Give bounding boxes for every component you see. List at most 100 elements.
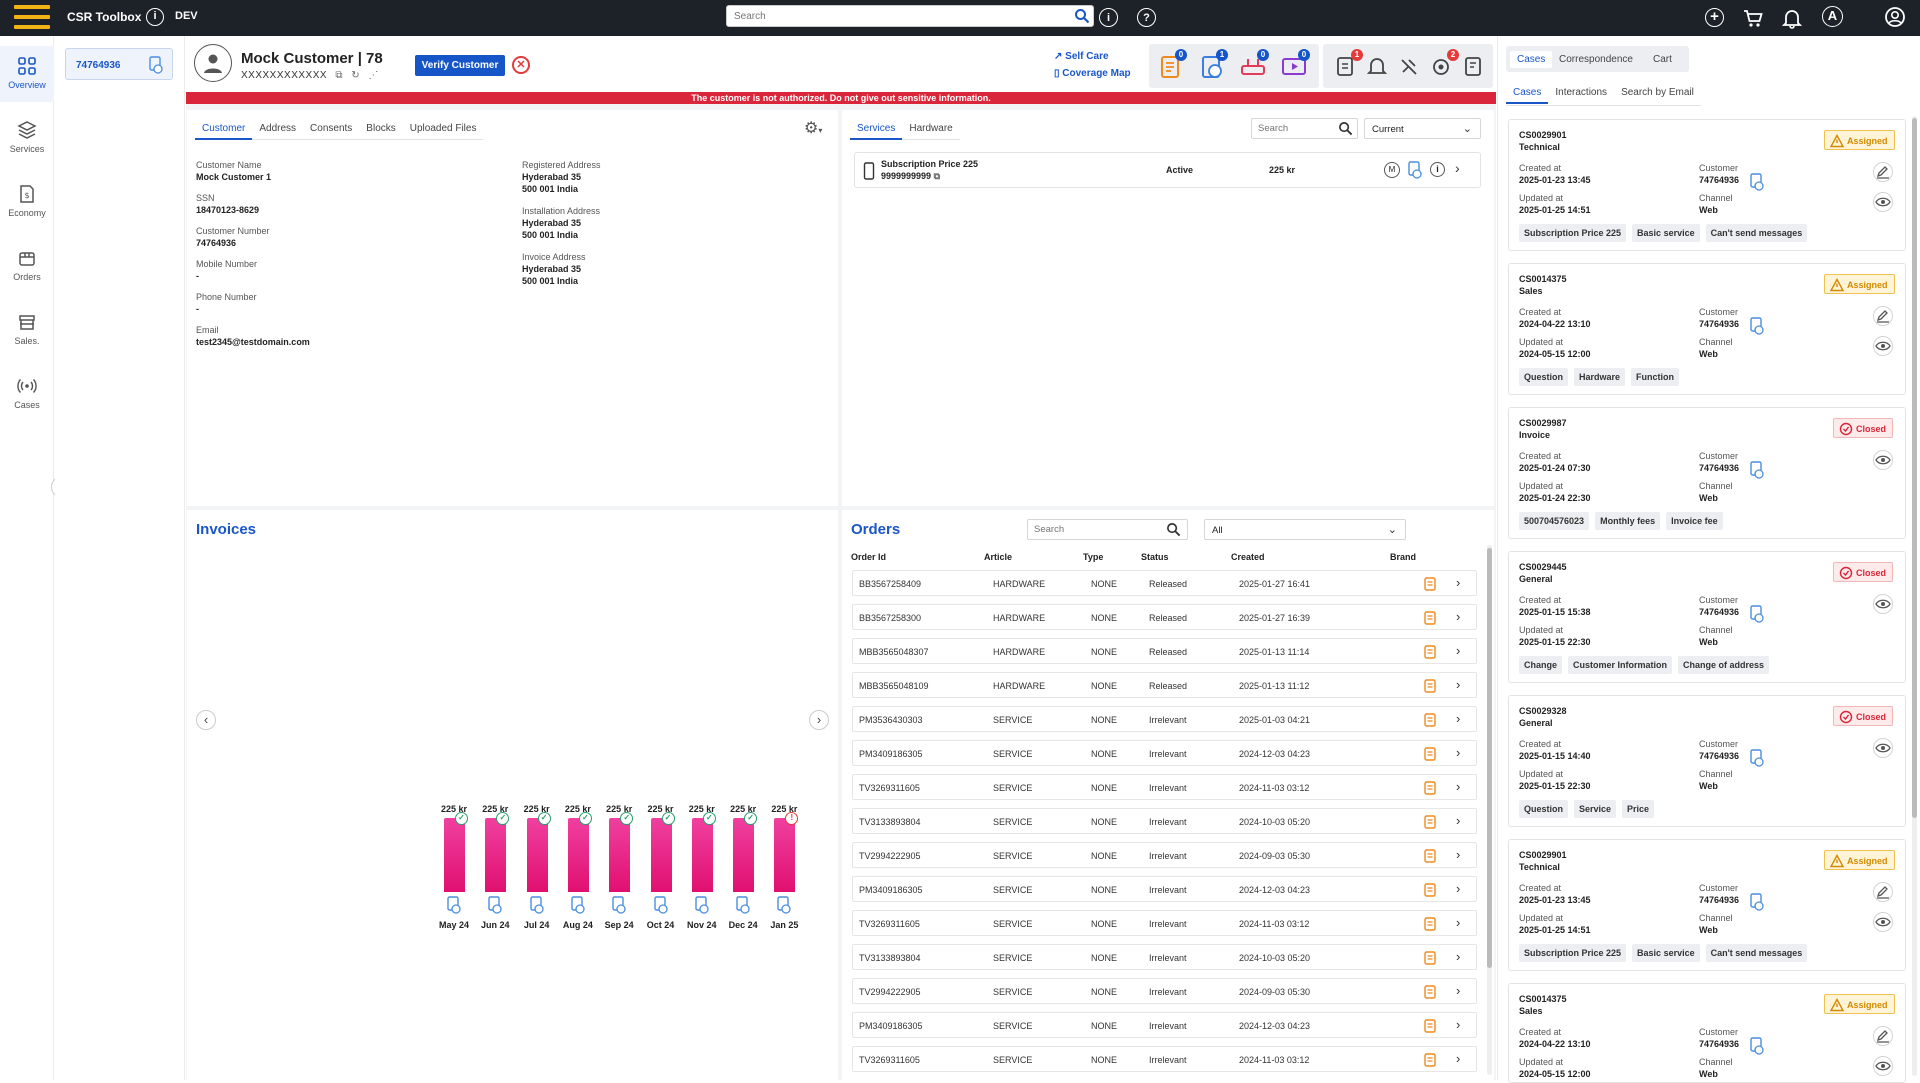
search-icon[interactable]: [1074, 8, 1090, 24]
subtab-search-by-email[interactable]: Search by Email: [1614, 84, 1701, 104]
info-icon[interactable]: i: [146, 8, 164, 26]
orange-document-icon[interactable]: 0: [1157, 49, 1187, 81]
subtab-cases[interactable]: Cases: [1506, 84, 1549, 104]
services-filter-select[interactable]: Current ⌄: [1364, 118, 1481, 139]
invoice-document-icon[interactable]: [694, 896, 710, 914]
invoice-bar[interactable]: [691, 818, 713, 892]
brand-icon[interactable]: [1423, 1052, 1438, 1068]
view-eye-icon[interactable]: [1873, 450, 1893, 470]
chevron-right-icon[interactable]: ›: [1456, 949, 1460, 964]
document-icon[interactable]: [1749, 893, 1765, 911]
tab-cases[interactable]: Cases: [1510, 51, 1553, 68]
tv-icon[interactable]: 0: [1280, 49, 1310, 81]
chevron-right-icon[interactable]: ›: [1456, 847, 1460, 862]
no-signal-icon[interactable]: [1397, 53, 1425, 81]
document-icon[interactable]: [1749, 749, 1765, 767]
subtab-interactions[interactable]: Interactions: [1548, 84, 1614, 104]
nav-cases[interactable]: Cases: [0, 366, 54, 422]
coverage-map-link[interactable]: ▯ Coverage Map: [1054, 68, 1131, 79]
chevron-right-icon[interactable]: ›: [1456, 609, 1460, 624]
case-card[interactable]: CS0029445 General Closed Created at 2025-01-…: [1508, 551, 1906, 683]
menu-icon[interactable]: [14, 5, 50, 31]
table-row[interactable]: MBB3565048109 HARDWARE NONE Released 2025-01…: [852, 672, 1477, 698]
document-icon[interactable]: [1749, 317, 1765, 335]
tab-address[interactable]: Address: [252, 120, 303, 140]
invoice-document-icon[interactable]: [735, 896, 751, 914]
brand-icon[interactable]: [1423, 780, 1438, 796]
chevron-right-icon[interactable]: ›: [1456, 983, 1460, 998]
brand-icon[interactable]: [1423, 678, 1438, 694]
brand-icon[interactable]: [1423, 814, 1438, 830]
chevron-right-icon[interactable]: ›: [1456, 643, 1460, 658]
brand-icon[interactable]: [1423, 1018, 1438, 1034]
self-care-link[interactable]: ↗ Self Care: [1054, 51, 1109, 62]
copy-icon[interactable]: ⧉: [934, 171, 940, 181]
search-icon[interactable]: [1166, 522, 1181, 537]
invoice-bar[interactable]: [485, 818, 507, 892]
document-icon[interactable]: [1749, 605, 1765, 623]
view-eye-icon[interactable]: [1873, 1056, 1893, 1076]
chevron-right-icon[interactable]: ›: [1456, 779, 1460, 794]
document-icon[interactable]: [1749, 461, 1765, 479]
chevron-right-icon[interactable]: ›: [1456, 711, 1460, 726]
cart-icon[interactable]: [1742, 7, 1764, 29]
chevron-right-icon[interactable]: ›: [1456, 677, 1460, 692]
info-icon[interactable]: i: [1430, 162, 1445, 177]
nav-economy[interactable]: $ Economy: [0, 174, 54, 230]
chevron-right-icon[interactable]: ›: [1456, 1017, 1460, 1032]
settings-gear-icon[interactable]: ⚙▾: [804, 118, 826, 140]
router-icon[interactable]: 0: [1239, 49, 1269, 81]
tab-services[interactable]: Services: [850, 120, 903, 140]
invoice-bar[interactable]: [650, 818, 672, 892]
orders-scrollbar-thumb[interactable]: [1487, 548, 1492, 968]
tab-correspondence[interactable]: Correspondence: [1552, 51, 1640, 68]
unverified-close-icon[interactable]: ✕: [512, 56, 530, 74]
invoice-document-icon[interactable]: [653, 896, 669, 914]
table-row[interactable]: TV3269311605 SERVICE NONE Irrelevant 2024-11…: [852, 774, 1477, 800]
settings-alert-icon[interactable]: 2: [1429, 49, 1459, 81]
document-icon[interactable]: [1749, 1037, 1765, 1055]
help-icon[interactable]: ?: [1137, 8, 1156, 27]
chevron-right-icon[interactable]: ›: [1455, 160, 1460, 176]
user-profile-icon[interactable]: [1884, 6, 1906, 28]
chevron-right-icon[interactable]: ›: [1456, 1051, 1460, 1066]
brand-icon[interactable]: [1423, 746, 1438, 762]
bell-icon[interactable]: [1365, 53, 1393, 81]
table-row[interactable]: BB3567258300 HARDWARE NONE Released 2025-01-…: [852, 604, 1477, 630]
nav-orders[interactable]: Orders: [0, 238, 54, 294]
table-row[interactable]: TV3269311605 SERVICE NONE Irrelevant 2024-11…: [852, 1046, 1477, 1072]
view-eye-icon[interactable]: [1873, 738, 1893, 758]
nav-sales[interactable]: Sales.: [0, 302, 54, 358]
table-row[interactable]: MBB3565048307 HARDWARE NONE Released 2025-01…: [852, 638, 1477, 664]
orders-search-input[interactable]: [1027, 519, 1188, 540]
bell-icon[interactable]: [1781, 7, 1803, 29]
case-card[interactable]: CS0014375 Sales Assigned Created at 2024-04-…: [1508, 983, 1906, 1083]
copy-icon[interactable]: ⧉: [335, 70, 343, 81]
case-card[interactable]: CS0029901 Technical Assigned Created at 2025…: [1508, 119, 1906, 251]
nav-overview[interactable]: Overview: [0, 46, 54, 102]
refresh-icon[interactable]: ↻: [351, 70, 360, 81]
case-card[interactable]: CS0029901 Technical Assigned Created at 2025…: [1508, 839, 1906, 971]
edit-icon[interactable]: [1873, 882, 1893, 902]
nav-services[interactable]: Services: [0, 110, 54, 166]
table-row[interactable]: PM3409186305 SERVICE NONE Irrelevant 2024-12…: [852, 740, 1477, 766]
edit-icon[interactable]: [1873, 1026, 1893, 1046]
brand-icon[interactable]: [1423, 610, 1438, 626]
tab-hardware[interactable]: Hardware: [902, 120, 959, 140]
tab-customer[interactable]: Customer: [195, 120, 253, 140]
brand-icon[interactable]: [1423, 576, 1438, 592]
view-eye-icon[interactable]: [1873, 192, 1893, 212]
case-card[interactable]: CS0029987 Invoice Closed Created at 2025-01-…: [1508, 407, 1906, 539]
table-row[interactable]: TV2994222905 SERVICE NONE Irrelevant 2024-09…: [852, 978, 1477, 1004]
brand-icon[interactable]: [1423, 644, 1438, 660]
previous-invoices-button[interactable]: ‹: [196, 710, 216, 730]
m-badge-icon[interactable]: M: [1384, 162, 1400, 178]
brand-icon[interactable]: [1423, 950, 1438, 966]
search-icon[interactable]: [1338, 121, 1353, 136]
chevron-right-icon[interactable]: ›: [1456, 813, 1460, 828]
table-row[interactable]: PM3409186305 SERVICE NONE Irrelevant 2024-12…: [852, 876, 1477, 902]
brand-icon[interactable]: [1423, 882, 1438, 898]
invoice-document-icon[interactable]: [446, 896, 462, 914]
document-copy-icon[interactable]: [148, 56, 164, 74]
tab-uploaded-files[interactable]: Uploaded Files: [403, 120, 484, 140]
